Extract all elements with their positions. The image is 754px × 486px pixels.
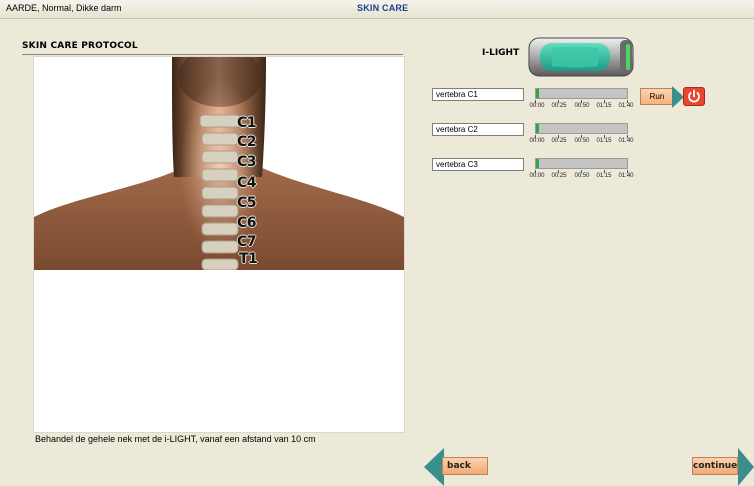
run-button[interactable]: Run bbox=[640, 88, 674, 105]
tick-label: 01:40 bbox=[618, 138, 634, 144]
back-arrow-icon bbox=[424, 448, 444, 486]
continue-arrow-icon bbox=[738, 448, 754, 486]
title-bar: AARDE, Normal, Dikke darm SKIN CARE bbox=[0, 0, 754, 19]
timeline-progress-2 bbox=[536, 124, 539, 133]
screen-title: SKIN CARE bbox=[357, 3, 409, 13]
tick-label: 00:25 bbox=[551, 138, 567, 144]
treatment-row-2: vertebra C2 00:00 00:25 00:50 01:15 01:4… bbox=[432, 123, 732, 153]
tick-label: 00:25 bbox=[551, 173, 567, 179]
protocol-image-panel: C1 C2 C3 C4 C5 C6 C7 T1 bbox=[33, 56, 405, 433]
back-button[interactable]: back bbox=[424, 448, 488, 486]
back-label: back bbox=[442, 457, 488, 475]
protocol-title: SKIN CARE PROTOCOL bbox=[22, 41, 138, 51]
timeline-track-2 bbox=[535, 123, 628, 134]
timeline-track-3 bbox=[535, 158, 628, 169]
vertebra-label-c7: C7 bbox=[237, 234, 257, 250]
tick-label: 00:00 bbox=[529, 138, 545, 144]
power-button[interactable] bbox=[683, 87, 705, 106]
continue-label: continue bbox=[692, 457, 738, 475]
timeline-1: 00:00 00:25 00:50 01:15 01:40 bbox=[529, 88, 634, 114]
vertebra-label-c6: C6 bbox=[237, 215, 257, 231]
vertebra-field-2[interactable]: vertebra C2 bbox=[432, 123, 524, 136]
tick-label: 00:00 bbox=[529, 173, 545, 179]
vertebra-label-c5: C5 bbox=[237, 195, 257, 211]
vertebra-field-3[interactable]: vertebra C3 bbox=[432, 158, 524, 171]
timeline-progress-1 bbox=[536, 89, 539, 98]
tick-label: 00:25 bbox=[551, 103, 567, 109]
tick-label: 00:00 bbox=[529, 103, 545, 109]
tick-label: 01:15 bbox=[596, 173, 612, 179]
instruction-text: Behandel de gehele nek met de i-LIGHT, v… bbox=[35, 434, 316, 444]
title-divider bbox=[22, 54, 403, 55]
ilight-device-icon bbox=[526, 34, 638, 80]
tick-label: 01:15 bbox=[596, 103, 612, 109]
tick-label: 01:40 bbox=[618, 103, 634, 109]
device-label: I-LIGHT bbox=[482, 48, 520, 58]
tick-label: 01:40 bbox=[618, 173, 634, 179]
vertebra-label-c1: C1 bbox=[237, 115, 257, 131]
timeline-3: 00:00 00:25 00:50 01:15 01:40 bbox=[529, 158, 634, 184]
vertebra-label-c4: C4 bbox=[237, 175, 257, 191]
timeline-progress-3 bbox=[536, 159, 539, 168]
neck-spine-image: C1 C2 C3 C4 C5 C6 C7 T1 bbox=[34, 57, 404, 270]
vertebra-label-c2: C2 bbox=[237, 134, 257, 150]
vertebra-field-1[interactable]: vertebra C1 bbox=[432, 88, 524, 101]
timeline-track-1 bbox=[535, 88, 628, 99]
vertebra-label-t1: T1 bbox=[239, 251, 258, 267]
timeline-2: 00:00 00:25 00:50 01:15 01:40 bbox=[529, 123, 634, 149]
tick-label: 00:50 bbox=[574, 103, 590, 109]
patient-info: AARDE, Normal, Dikke darm bbox=[6, 3, 122, 13]
continue-button[interactable]: continue bbox=[692, 448, 754, 486]
tick-label: 01:15 bbox=[596, 138, 612, 144]
treatment-row-3: vertebra C3 00:00 00:25 00:50 01:15 01:4… bbox=[432, 158, 732, 188]
tick-label: 00:50 bbox=[574, 173, 590, 179]
tick-label: 00:50 bbox=[574, 138, 590, 144]
power-icon bbox=[688, 89, 700, 103]
vertebra-label-c3: C3 bbox=[237, 154, 257, 170]
